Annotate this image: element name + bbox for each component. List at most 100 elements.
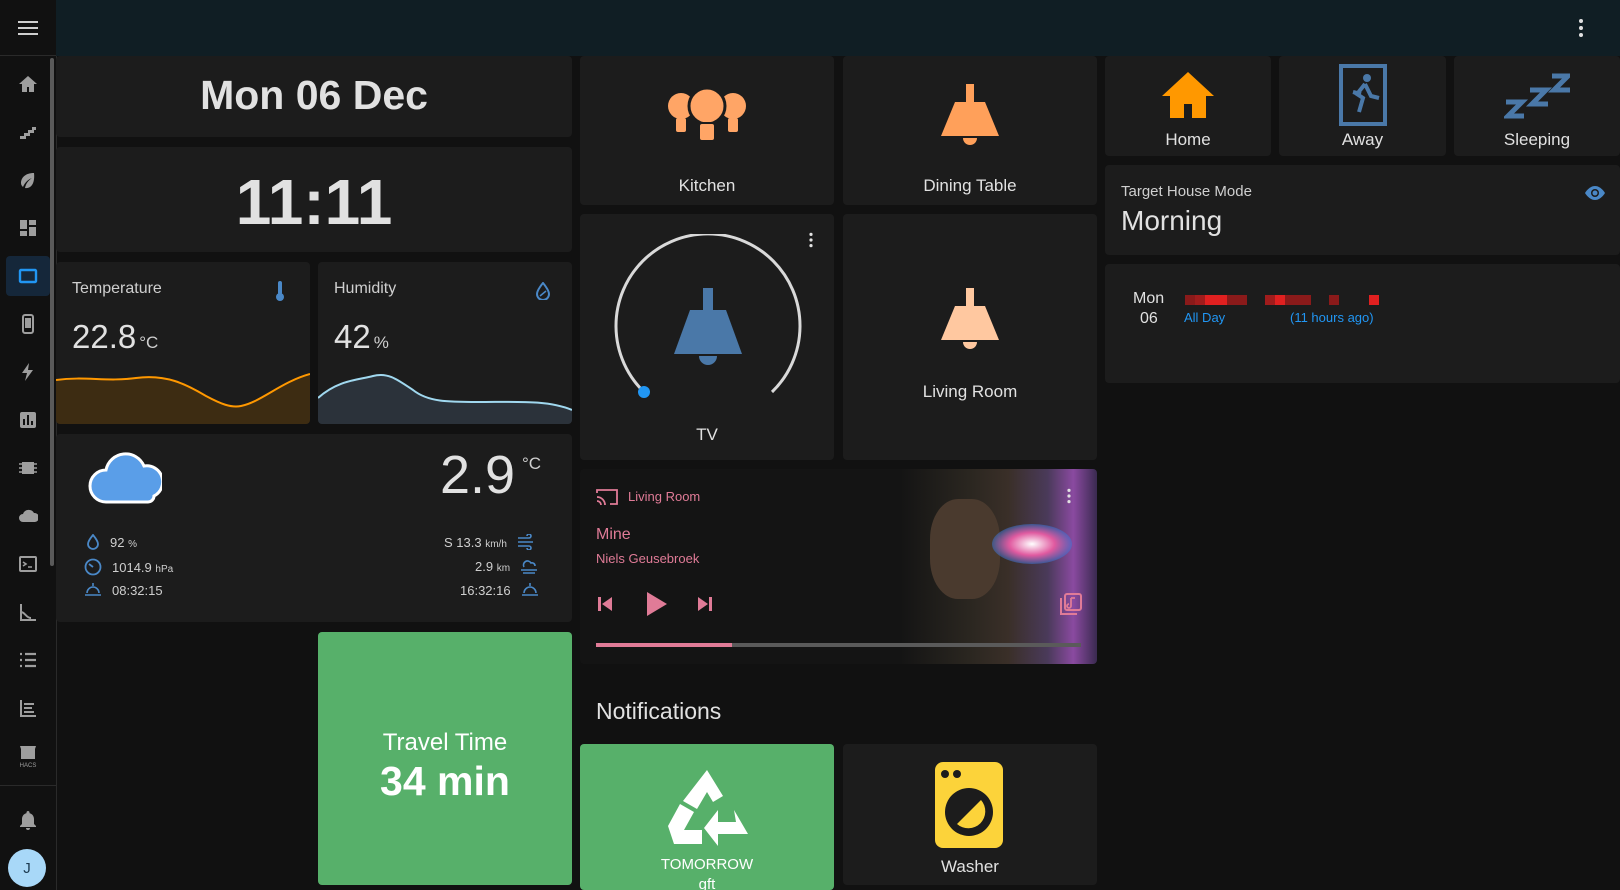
dining-table-light-tile[interactable]: Dining Table [843,56,1097,205]
sidebar-item-chip[interactable] [6,448,50,488]
notifications-button[interactable] [6,801,50,841]
weather-temperature: 2.9 [440,445,516,505]
ceiling-light-icon [674,288,742,365]
dashboard-icon [20,220,36,236]
sidebar-item-tablet[interactable] [6,256,50,296]
temperature-value: 22.8 °C [72,318,159,355]
sidebar-item-home[interactable] [6,64,50,104]
fog-icon [521,560,538,574]
sidebar-item-terminal[interactable] [6,544,50,584]
skip-previous-icon[interactable] [596,595,614,613]
recycle-icon [668,770,748,846]
overflow-menu-icon[interactable] [1579,19,1583,37]
recycle-sub: gft [698,876,716,890]
mode-sleeping-tile[interactable]: Sleeping [1454,56,1620,156]
sidebar: HACS J [0,0,57,890]
hacs-label: HACS [19,763,37,769]
target-house-mode-card[interactable]: Target House Mode Morning [1105,165,1620,255]
calendar-day: Mon [1133,290,1165,307]
recycle-label: TOMORROW [660,856,754,873]
list-icon [20,652,36,668]
weather-humidity: 92 % [86,534,137,550]
travel-time-card[interactable]: Travel Time 34 min [318,632,572,885]
target-mode-value: Morning [1121,205,1223,236]
calendar-time-ago[interactable]: (11 hours ago) [1290,310,1374,325]
mode-home-tile[interactable]: Home [1105,56,1271,156]
play-icon[interactable] [644,591,668,617]
weather-card[interactable]: 2.9 °C 92 % 1014.9 hPa 08:32:15 S 13.3 k… [56,434,572,622]
avatar-initial: J [23,859,31,877]
menu-button[interactable] [0,0,56,56]
media-progress-bar[interactable] [596,643,1081,647]
eye-icon[interactable] [1583,185,1607,201]
sidebar-item-history[interactable] [6,688,50,728]
media-source: Living Room [628,489,701,504]
mode-away-tile[interactable]: Away [1279,56,1446,156]
hacs-store-icon [20,746,36,759]
travel-time-value: 34 min [380,758,510,804]
notifications-heading: Notifications [596,698,722,724]
exit-run-icon [1339,64,1387,126]
humidity-value: 42% [334,318,389,355]
dial-handle[interactable] [638,386,650,398]
history-icon [20,700,36,717]
water-percent-icon [536,282,550,300]
sidebar-item-leaf[interactable] [6,160,50,200]
home-icon [1162,72,1214,118]
user-avatar[interactable]: J [8,849,46,887]
media-player-card[interactable]: Living Room Mine Niels Geusebroek [580,469,1097,664]
water-percent-icon [87,534,99,550]
skip-next-icon[interactable] [696,595,714,613]
sidebar-item-list[interactable] [6,640,50,680]
travel-time-title: Travel Time [382,729,508,756]
hamburger-icon [18,20,38,35]
lightning-icon [22,363,33,381]
weather-sunset: 16:32:16 [460,582,539,598]
target-mode-label: Target House Mode [1121,183,1252,200]
tv-light-card[interactable]: TV [580,214,834,460]
calendar-date: 06 [1140,310,1158,327]
playlist-icon[interactable] [1060,593,1082,615]
weather-sunrise: 08:32:15 [84,582,163,598]
dining-table-label: Dining Table [923,176,1017,195]
sidebar-item-hacs-store[interactable]: HACS [6,736,50,776]
sunset-icon [521,583,538,596]
sidebar-item-chart-box[interactable] [6,400,50,440]
phone-icon [22,314,34,334]
humidity-title: Humidity [334,280,397,297]
sidebar-scrollbar[interactable] [50,58,54,566]
washer-card[interactable]: Washer [843,744,1097,885]
calendar-event-title-redacted [1185,295,1247,305]
stairs-icon [20,127,36,139]
sidebar-item-lightning[interactable] [6,352,50,392]
tv-menu-icon[interactable] [809,232,813,248]
humidity-card[interactable]: Humidity 42% [318,262,572,424]
sidebar-item-phone[interactable] [6,304,50,344]
tablet-icon [18,268,38,284]
recycle-card[interactable]: TOMORROW gft [580,744,834,890]
media-menu-icon[interactable] [1067,488,1071,504]
sleep-icon [1504,73,1570,119]
sidebar-item-slide[interactable] [6,592,50,632]
calendar-event-detail-redacted [1265,295,1385,305]
clock-card: 11:11 [56,147,572,252]
chart-box-icon [20,412,36,428]
calendar-all-day[interactable]: All Day [1184,310,1225,325]
temperature-card[interactable]: Temperature 22.8 °C [56,262,310,424]
living-room-light-tile[interactable]: Living Room [843,214,1097,460]
lightbulb-group-icon [668,86,746,142]
mode-away-label: Away [1341,130,1384,149]
sidebar-item-stairs[interactable] [6,112,50,152]
clock-text: 11:11 [235,166,393,238]
thermometer-icon [276,281,284,301]
date-text: Mon 06 Dec [200,72,428,118]
brightness-dial[interactable] [608,234,808,414]
gauge-icon [84,558,102,576]
sidebar-item-dashboard[interactable] [6,208,50,248]
media-artist: Niels Geusebroek [596,551,700,566]
kitchen-light-tile[interactable]: Kitchen [580,56,834,205]
weather-unit: °C [522,454,542,473]
media-title: Mine [596,526,631,543]
sidebar-item-cloud[interactable] [6,496,50,536]
sidebar-divider [0,785,56,786]
